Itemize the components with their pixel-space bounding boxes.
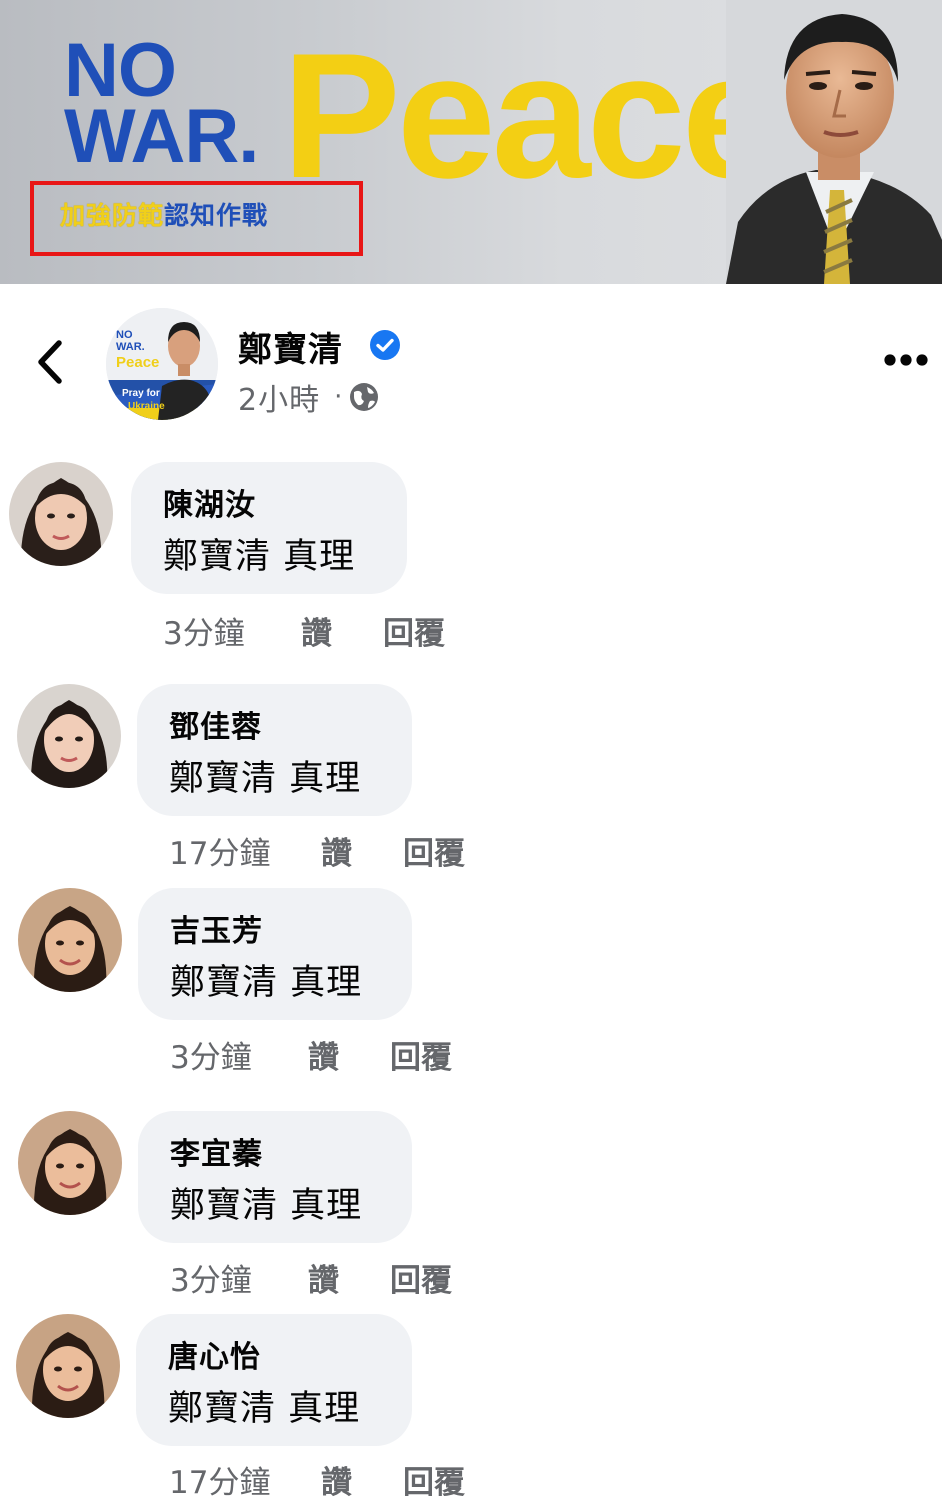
avatar-ukraine-text: Ukraine — [128, 401, 165, 412]
banner-slogan: 加強防範認知作戰 — [60, 196, 268, 232]
reply-link[interactable]: 回覆 — [403, 828, 465, 873]
comment-text: 鄭寶清 真理 — [170, 963, 363, 1003]
comment-actions: 3分鐘 讚 回覆 — [170, 1255, 452, 1300]
banner-peace-text: Peace — [282, 16, 781, 215]
comment-timestamp[interactable]: 3分鐘 — [170, 1255, 308, 1300]
comment-timestamp[interactable]: 17分鐘 — [169, 828, 321, 873]
avatar-pray-text: Pray for — [122, 388, 160, 399]
globe-icon[interactable] — [348, 381, 380, 413]
reply-link[interactable]: 回覆 — [390, 1032, 452, 1077]
more-options-button[interactable] — [876, 340, 936, 380]
comment-item: 李宜蓁 鄭寶清 真理 3分鐘 讚 回覆 — [0, 1109, 942, 1309]
more-horizontal-icon — [884, 354, 928, 366]
slogan-blue-part: 認知作戰 — [164, 201, 269, 230]
poster-avatar-image: NO WAR. Peace Pray for Ukraine — [106, 308, 218, 420]
reply-link[interactable]: 回覆 — [383, 608, 445, 653]
reply-link[interactable]: 回覆 — [403, 1457, 465, 1500]
comment-timestamp[interactable]: 3分鐘 — [170, 1032, 308, 1077]
comment-text: 鄭寶清 真理 — [169, 759, 362, 799]
comment-author[interactable]: 陳湖汝 — [163, 480, 256, 524]
commenter-avatar[interactable] — [18, 1111, 122, 1215]
post-timestamp[interactable]: 2小時 — [238, 375, 320, 419]
cover-banner: NO WAR. Peace 加強防範認知作戰 — [0, 0, 942, 284]
comment-bubble[interactable]: 李宜蓁 鄭寶清 真理 — [138, 1111, 412, 1243]
comment-actions: 3分鐘 讚 回覆 — [163, 608, 445, 653]
commenter-avatar[interactable] — [16, 1314, 120, 1418]
comment-bubble[interactable]: 吉玉芳 鄭寶清 真理 — [138, 888, 412, 1020]
avatar-no-text: NO — [116, 329, 133, 341]
comment-text: 鄭寶清 真理 — [168, 1389, 361, 1429]
avatar-peace-text: Peace — [116, 354, 159, 371]
commenter-avatar[interactable] — [17, 684, 121, 788]
banner-no-war-text: NO WAR. — [64, 33, 294, 179]
like-link[interactable]: 讚 — [308, 1255, 390, 1300]
comment-item: 唐心怡 鄭寶清 真理 17分鐘 讚 回覆 — [0, 1312, 942, 1500]
poster-avatar[interactable]: NO WAR. Peace Pray for Ukraine — [106, 308, 218, 420]
slogan-yellow-part: 加強防範 — [60, 201, 165, 230]
comment-author[interactable]: 李宜蓁 — [170, 1129, 263, 1173]
like-link[interactable]: 讚 — [301, 608, 383, 653]
like-link[interactable]: 讚 — [321, 828, 403, 873]
like-link[interactable]: 讚 — [321, 1457, 403, 1500]
chevron-left-icon — [38, 340, 62, 384]
comment-actions: 17分鐘 讚 回覆 — [169, 828, 465, 873]
comment-author[interactable]: 鄧佳蓉 — [169, 702, 262, 746]
avatar-war-text: WAR. — [116, 341, 145, 353]
back-button[interactable] — [28, 336, 72, 388]
commenter-avatar[interactable] — [9, 462, 113, 566]
comment-text: 鄭寶清 真理 — [163, 537, 356, 577]
comment-actions: 3分鐘 讚 回覆 — [170, 1032, 452, 1077]
like-link[interactable]: 讚 — [308, 1032, 390, 1077]
verified-badge-icon — [370, 330, 400, 360]
comment-author[interactable]: 唐心怡 — [168, 1332, 261, 1376]
comment-bubble[interactable]: 唐心怡 鄭寶清 真理 — [136, 1314, 412, 1446]
comment-item: 鄧佳蓉 鄭寶清 真理 17分鐘 讚 回覆 — [0, 682, 942, 882]
comment-actions: 17分鐘 讚 回覆 — [169, 1457, 465, 1500]
comment-text: 鄭寶清 真理 — [170, 1186, 363, 1226]
reply-link[interactable]: 回覆 — [390, 1255, 452, 1300]
comment-bubble[interactable]: 陳湖汝 鄭寶清 真理 — [131, 462, 407, 594]
comment-item: 陳湖汝 鄭寶清 真理 3分鐘 讚 回覆 — [0, 460, 942, 660]
comment-bubble[interactable]: 鄧佳蓉 鄭寶清 真理 — [137, 684, 412, 816]
comment-item: 吉玉芳 鄭寶清 真理 3分鐘 讚 回覆 — [0, 886, 942, 1086]
post-meta: 2小時 · — [238, 375, 380, 419]
poster-name[interactable]: 鄭寶清 — [238, 322, 343, 371]
comment-timestamp[interactable]: 3分鐘 — [163, 608, 301, 653]
comment-timestamp[interactable]: 17分鐘 — [169, 1457, 321, 1500]
politician-portrait — [726, 0, 942, 284]
comment-author[interactable]: 吉玉芳 — [170, 906, 263, 950]
meta-separator: · — [334, 382, 343, 412]
banner-war-text: WAR. — [64, 94, 259, 179]
commenter-avatar[interactable] — [18, 888, 122, 992]
